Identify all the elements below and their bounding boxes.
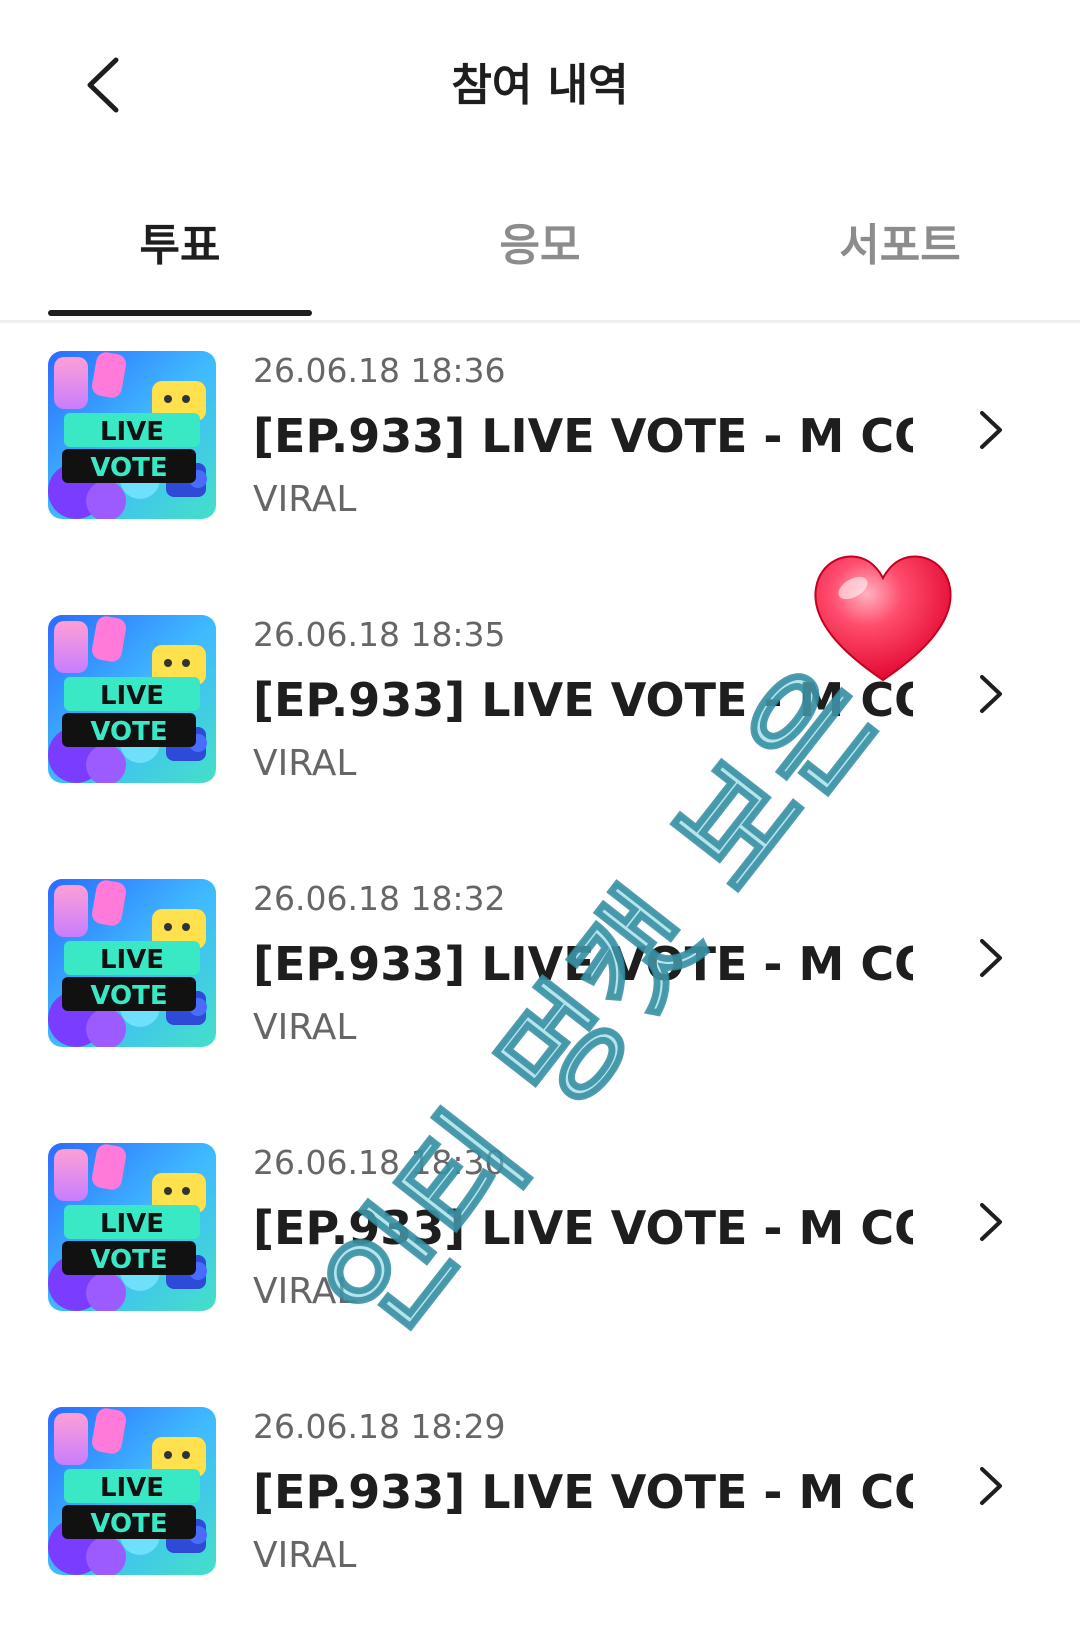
svg-text:LIVE: LIVE <box>100 417 164 447</box>
svg-text:VOTE: VOTE <box>90 1245 167 1275</box>
svg-text:LIVE: LIVE <box>100 681 164 711</box>
svg-text:LIVE: LIVE <box>100 1209 164 1239</box>
tab-active-indicator <box>48 310 312 316</box>
chevron-right-icon <box>970 1197 1010 1247</box>
live-vote-thumbnail: LIVE VOTE <box>48 879 216 1047</box>
item-title: [EP.933] LIVE VOTE - M CO... <box>253 1465 913 1519</box>
svg-text:VOTE: VOTE <box>90 1509 167 1539</box>
tab-vote[interactable]: 투표 <box>0 216 360 276</box>
header: 참여 내역 <box>0 0 1080 170</box>
item-date: 26.06.18 18:29 <box>253 1407 506 1446</box>
svg-text:VOTE: VOTE <box>90 453 167 483</box>
page-title: 참여 내역 <box>451 60 629 111</box>
svg-text:LIVE: LIVE <box>100 1473 164 1503</box>
heart-sticker-icon <box>808 548 958 688</box>
item-organizer: VIRAL <box>253 743 357 784</box>
item-title: [EP.933] LIVE VOTE - M CO... <box>253 409 913 463</box>
item-date: 26.06.18 18:36 <box>253 351 506 390</box>
list-item[interactable]: LIVE VOTE 26.06.18 18:29 [EP.933] LIVE VO… <box>0 1379 1080 1643</box>
svg-text:VOTE: VOTE <box>90 981 167 1011</box>
item-date: 26.06.18 18:35 <box>253 615 506 654</box>
item-date: 26.06.18 18:32 <box>253 879 506 918</box>
item-organizer: VIRAL <box>253 1007 357 1048</box>
live-vote-thumbnail: LIVE VOTE <box>48 615 216 783</box>
chevron-right-icon <box>970 1461 1010 1511</box>
live-vote-thumbnail: LIVE VOTE <box>48 1407 216 1575</box>
item-organizer: VIRAL <box>253 479 357 520</box>
chevron-right-icon <box>970 933 1010 983</box>
live-vote-thumbnail: LIVE VOTE <box>48 1143 216 1311</box>
chevron-right-icon <box>970 669 1010 719</box>
chevron-right-icon <box>970 405 1010 455</box>
svg-text:LIVE: LIVE <box>100 945 164 975</box>
tab-support[interactable]: 서포트 <box>720 216 1080 276</box>
svg-text:VOTE: VOTE <box>90 717 167 747</box>
live-vote-thumbnail: LIVE VOTE <box>48 351 216 519</box>
tab-bar: 투표 응모 서포트 <box>0 200 1080 323</box>
tab-entry[interactable]: 응모 <box>360 216 720 276</box>
item-organizer: VIRAL <box>253 1535 357 1576</box>
